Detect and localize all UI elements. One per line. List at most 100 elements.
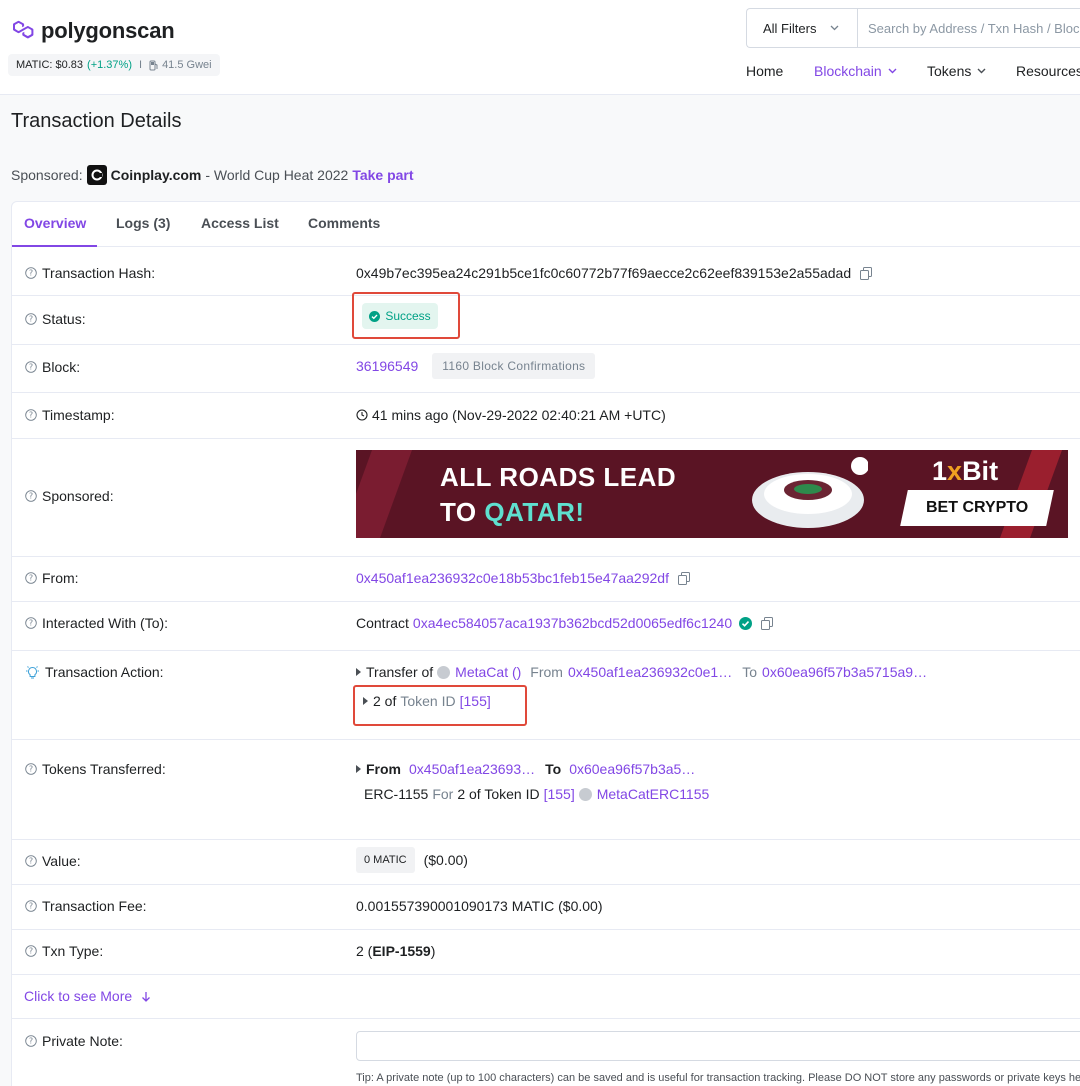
action-to-label: To [742,664,758,680]
value-usd: ($0.00) [423,852,468,868]
tokens-to-link[interactable]: 0x60ea96f57b3a5… [569,761,695,777]
block-value: 36196549 1160 Block Confirmations [356,353,596,379]
nav-home[interactable]: Home [746,63,783,79]
nav-resources[interactable]: Resources [1016,63,1080,79]
site-logo[interactable]: polygonscan [11,18,175,44]
tokens-name-link[interactable]: MetaCatERC1155 [597,786,710,802]
matic-price[interactable]: MATIC: $0.83 [16,59,83,71]
copy-icon[interactable] [860,266,873,280]
take-part-link[interactable]: Take part [352,167,413,183]
banner-cta: BET CRYPTO [925,499,1029,516]
question-icon[interactable]: ? [25,1035,37,1047]
nav-tokens-label: Tokens [927,63,972,79]
txn-type-num: 2 ( [356,943,373,959]
nav-tokens[interactable]: Tokens [927,63,986,79]
matic-price-change: (+1.37%) [87,59,132,71]
contract-address-link[interactable]: 0xa4ec584057aca1937b362bcd52d0065edf6c12… [413,615,732,631]
svg-text:?: ? [29,1037,33,1046]
tokens-id-link[interactable]: [155] [544,786,575,802]
divider [12,839,1080,840]
to-label-text: Interacted With (To): [42,615,169,631]
sponsor-brand-link[interactable]: Coinplay.com [111,167,202,183]
svg-text:?: ? [29,765,33,774]
question-icon[interactable]: ? [25,267,37,279]
banner-headline-2b: QATAR! [484,497,585,527]
to-label: ? Interacted With (To): [25,615,168,631]
divider [12,392,1080,393]
from-label: ? From: [25,570,79,586]
tokens-to-label: To [545,761,562,777]
tx-hash-value: 0x49b7ec395ea24c291b5ce1fc0c60772b77f69a… [356,265,873,281]
tokens-label-text: Tokens Transferred: [42,761,166,777]
block-number-link[interactable]: 36196549 [356,358,418,374]
nav-resources-label: Resources [1016,63,1080,79]
copy-icon[interactable] [761,616,774,630]
tab-access-list[interactable]: Access List [201,215,279,231]
caret-right-icon [356,765,361,773]
status-highlight-box [352,292,460,339]
confirmations-badge: 1160 Block Confirmations [432,353,596,379]
question-icon[interactable]: ? [25,409,37,421]
question-icon[interactable]: ? [25,617,37,629]
click-more-text: Click to see More [24,988,133,1004]
polygon-logo-icon [13,20,34,39]
sponsored-banner[interactable]: ALL ROADS LEAD TO QATAR! 1xBit BET CRYPT… [356,450,1068,538]
question-icon[interactable]: ? [25,900,37,912]
search-input[interactable]: Search by Address / Txn Hash / Block [857,8,1080,48]
question-icon[interactable]: ? [25,763,37,775]
tab-logs[interactable]: Logs (3) [116,215,170,231]
sponsored-label: ? Sponsored: [25,488,114,504]
question-icon[interactable]: ? [25,490,37,502]
gas-price[interactable]: 41.5 Gwei [162,59,212,71]
action-from-label: From [530,664,563,680]
question-icon[interactable]: ? [25,855,37,867]
sponsor-text: - World Cup Heat 2022 [205,167,349,183]
banner-headline-2: TO QATAR! [440,497,585,528]
coinplay-logo-icon[interactable] [86,165,107,185]
tokens-qty: 2 of Token ID [457,786,540,802]
token-logo-icon [437,665,451,679]
txn-type-label: ? Txn Type: [25,943,103,959]
question-icon[interactable]: ? [25,313,37,325]
tab-overview[interactable]: Overview [24,215,86,231]
timestamp: 41 mins ago (Nov-29-2022 02:40:21 AM +UT… [372,407,666,423]
question-icon[interactable]: ? [25,361,37,373]
search-filter-select[interactable]: All Filters [746,8,858,48]
status-label: ? Status: [25,311,86,327]
tokens-line-2: ERC-1155 For 2 of Token ID [155] MetaCat… [364,786,709,802]
action-token-link[interactable]: MetaCat () [455,664,521,680]
action-to-link[interactable]: 0x60ea96f57b3a5715a9… [762,664,927,680]
banner-brand-x: x [947,456,963,486]
tokens-line-1: From 0x450af1ea23693… To 0x60ea96f57b3a5… [356,761,695,777]
arrow-down-icon [142,991,151,1002]
tab-comments[interactable]: Comments [308,215,380,231]
chevron-down-icon [888,68,897,74]
timestamp-label-text: Timestamp: [42,407,115,423]
tokens-from-label: From [366,761,401,777]
action-from-link[interactable]: 0x450af1ea236932c0e1… [568,664,732,680]
tokens-standard: ERC-1155 [364,786,429,802]
txn-type-label-text: Txn Type: [42,943,104,959]
tx-hash: 0x49b7ec395ea24c291b5ce1fc0c60772b77f69a… [356,265,852,281]
banner-brand-a: 1 [932,456,948,486]
question-icon[interactable]: ? [25,572,37,584]
private-note-input[interactable] [356,1031,1080,1061]
question-icon[interactable]: ? [25,945,37,957]
clock-icon [356,409,368,421]
tokens-from-link[interactable]: 0x450af1ea23693… [409,761,535,777]
logo-text: polygonscan [41,18,175,43]
transaction-card: Overview Logs (3) Access List Comments ?… [11,201,1080,1086]
banner-bet-button[interactable]: BET CRYPTO [900,490,1054,526]
banner-brand-logo: 1xBit [932,456,998,487]
chevron-down-icon [830,25,839,31]
filter-label: All Filters [763,20,817,36]
nav-blockchain[interactable]: Blockchain [814,63,897,79]
action-line-1: Transfer of MetaCat () From 0x450af1ea23… [356,664,927,680]
sponsored-line: Sponsored: Coinplay.com - World Cup Heat… [11,165,414,185]
divider [12,438,1080,439]
caret-right-icon [356,668,361,676]
fee-value: 0.001557390001090173 MATIC ($0.00) [356,898,602,914]
from-address-link[interactable]: 0x450af1ea236932c0e18b53bc1feb15e47aa292… [356,570,669,586]
copy-icon[interactable] [677,571,690,585]
click-to-see-more-link[interactable]: Click to see More [24,988,151,1004]
